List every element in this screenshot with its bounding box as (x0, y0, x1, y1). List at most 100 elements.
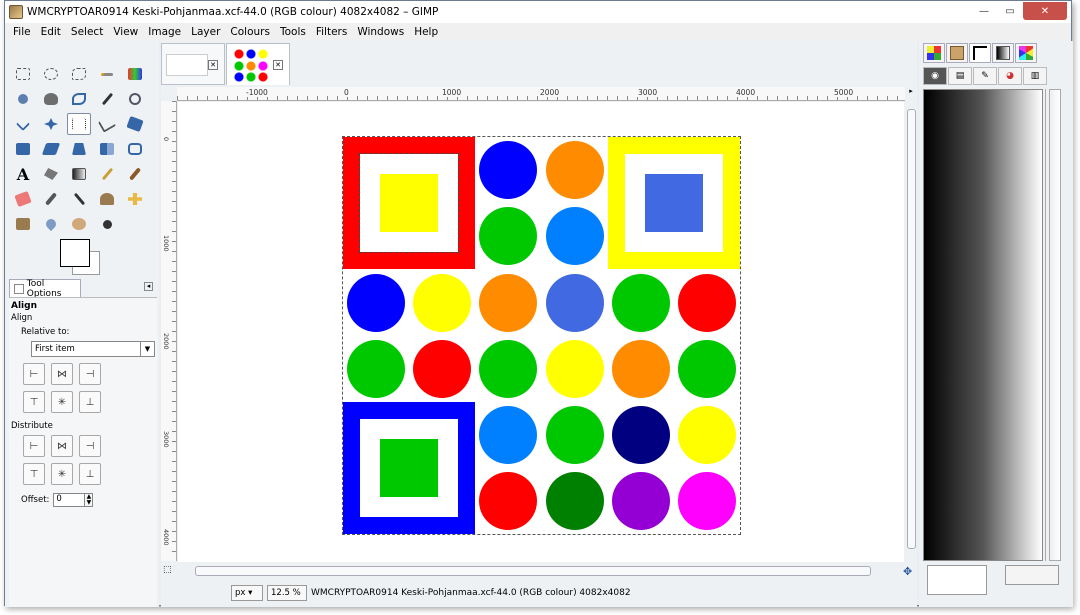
close-icon[interactable]: ✕ (273, 60, 283, 70)
vertical-scroll-thumb[interactable] (907, 109, 916, 549)
patterns-tab[interactable] (923, 43, 945, 63)
flip-tool[interactable] (95, 138, 119, 160)
color-picker-tool[interactable] (95, 88, 119, 110)
clone-tool[interactable] (95, 188, 119, 210)
ink-tool[interactable] (67, 188, 91, 210)
scissors-tool[interactable] (11, 88, 35, 110)
foreground-select-tool[interactable] (39, 88, 63, 110)
rect-select-tool[interactable] (11, 63, 35, 85)
brushes-tab[interactable] (946, 43, 968, 63)
circle-blue[interactable] (347, 274, 405, 332)
fuzzy-select-tool[interactable] (95, 63, 119, 85)
circle-red[interactable] (479, 472, 537, 530)
distribute-center-button[interactable]: ⋈ (51, 435, 73, 457)
yellow-square[interactable] (608, 137, 740, 269)
offset-spinner[interactable]: ▲ ▼ (85, 493, 94, 507)
circle-dark-green[interactable] (546, 472, 604, 530)
circle-royal-blue[interactable] (546, 274, 604, 332)
menu-view[interactable]: View (113, 26, 138, 38)
circle-azure[interactable] (479, 406, 537, 464)
align-left-button[interactable]: ⊢ (23, 363, 45, 385)
zoom-tool[interactable] (123, 88, 147, 110)
dock-action-button[interactable] (1005, 565, 1059, 585)
paths-tool[interactable] (67, 88, 91, 110)
align-center-button[interactable]: ⋈ (51, 363, 73, 385)
quick-mask-icon[interactable]: ⬚ (163, 565, 172, 575)
heal-tool[interactable] (123, 188, 147, 210)
close-button[interactable]: ✕ (1023, 2, 1067, 20)
menu-image[interactable]: Image (148, 26, 181, 38)
close-icon[interactable]: ✕ (208, 60, 218, 70)
circle-navy[interactable] (612, 406, 670, 464)
distribute-right-button[interactable]: ⊣ (79, 435, 101, 457)
paintbrush-tool[interactable] (123, 163, 147, 185)
dodge-burn-tool[interactable] (95, 213, 119, 235)
cage-transform-tool[interactable] (123, 138, 147, 160)
shear-tool[interactable] (39, 138, 63, 160)
red-square[interactable] (343, 137, 475, 269)
blend-tool[interactable] (67, 163, 91, 185)
maximize-button[interactable]: ▭ (997, 2, 1023, 20)
tool-options-tab[interactable]: Tool Options (9, 279, 81, 299)
relative-to-select[interactable]: First item ▼ (31, 341, 155, 357)
minimize-button[interactable]: — (971, 2, 997, 20)
menu-filters[interactable]: Filters (316, 26, 347, 38)
offset-input[interactable]: 0 (53, 493, 86, 507)
horizontal-scroll-thumb[interactable] (195, 566, 871, 576)
fg-bg-colors[interactable] (60, 239, 106, 277)
menu-tools[interactable]: Tools (280, 26, 306, 38)
scale-tool[interactable] (11, 138, 35, 160)
image-tab-2[interactable]: ✕ (226, 43, 290, 85)
smudge-tool[interactable] (67, 213, 91, 235)
distribute-left-button[interactable]: ⊢ (23, 435, 45, 457)
text-tool[interactable]: A (11, 163, 35, 185)
align-right-button[interactable]: ⊣ (79, 363, 101, 385)
menu-edit[interactable]: Edit (41, 26, 61, 38)
brush-tab[interactable]: ✎ (973, 67, 997, 85)
circle-magenta[interactable] (678, 472, 736, 530)
menu-file[interactable]: File (13, 26, 31, 38)
distribute-top-button[interactable]: ⊤ (23, 463, 45, 485)
tool-presets-tab[interactable]: ◉ (923, 67, 947, 85)
circle-purple[interactable] (612, 472, 670, 530)
airbrush-tool[interactable] (39, 188, 63, 210)
rotate-tool[interactable] (123, 113, 147, 135)
dock-scrollbar[interactable] (1045, 89, 1065, 561)
menu-arrow-icon[interactable]: ▸ (906, 87, 916, 99)
menu-windows[interactable]: Windows (357, 26, 404, 38)
circle-green[interactable] (347, 340, 405, 398)
histogram-tab[interactable]: ▥ (1023, 67, 1047, 85)
circle-red[interactable] (678, 274, 736, 332)
circle-green[interactable] (546, 406, 604, 464)
gradients-tab[interactable] (992, 43, 1014, 63)
circle-red[interactable] (413, 340, 471, 398)
bucket-fill-tool[interactable] (39, 163, 63, 185)
navigate-icon[interactable]: ✥ (903, 565, 912, 578)
canvas[interactable] (178, 102, 904, 562)
circle-yellow[interactable] (678, 406, 736, 464)
pencil-tool[interactable] (95, 163, 119, 185)
fonts-tab[interactable] (969, 43, 991, 63)
measure-tool[interactable] (11, 113, 35, 135)
free-select-tool[interactable] (67, 63, 91, 85)
circle-azure[interactable] (546, 207, 604, 265)
perspective-clone-tool[interactable] (11, 213, 35, 235)
circle-orange[interactable] (546, 141, 604, 199)
horizontal-scrollbar[interactable] (177, 566, 891, 576)
menu-colours[interactable]: Colours (230, 26, 270, 38)
gradient-preview[interactable] (923, 89, 1043, 561)
vertical-scrollbar[interactable]: ▸ (905, 87, 917, 563)
ellipse-select-tool[interactable] (39, 63, 63, 85)
unit-select[interactable]: px ▾ (231, 585, 263, 601)
palettes-tab[interactable] (1015, 43, 1037, 63)
distribute-middle-button[interactable]: ✳ (51, 463, 73, 485)
zoom-select[interactable]: 12.5 % (267, 585, 307, 601)
color-tab[interactable]: ◕ (998, 67, 1022, 85)
circle-green[interactable] (678, 340, 736, 398)
align-tool[interactable] (67, 113, 91, 135)
perspective-tool[interactable] (67, 138, 91, 160)
circle-yellow[interactable] (413, 274, 471, 332)
crop-tool[interactable] (95, 113, 119, 135)
panel-menu-icon[interactable]: ◂ (144, 282, 153, 291)
align-bottom-button[interactable]: ⊥ (79, 391, 101, 413)
